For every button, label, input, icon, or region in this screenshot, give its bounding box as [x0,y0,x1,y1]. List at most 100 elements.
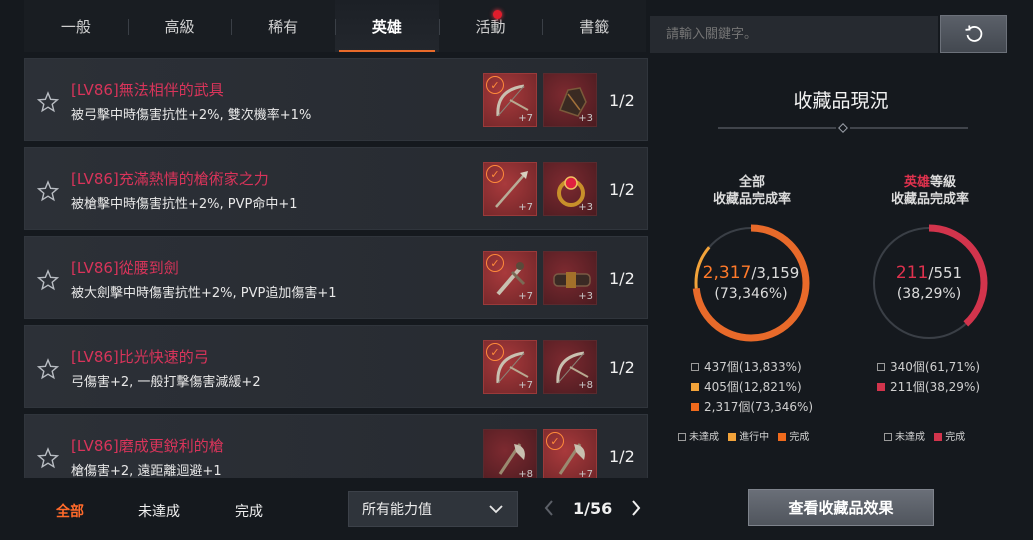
tab-label: 一般 [60,17,91,36]
tab-label: 高級 [164,17,195,36]
total-completion-ring [692,224,810,342]
collection-list: [LV86]無法相伴的武具 被弓擊中時傷害抗性+2%, 雙次機率+1% ✓ +7 +3 1… [24,58,648,478]
incomplete-swatch [691,363,699,371]
tab-hero[interactable]: 英雄 [335,0,439,52]
collection-item-slot[interactable]: ✓ +7 [483,162,537,216]
chevron-right-icon [632,500,641,516]
tab-normal[interactable]: 一般 [24,0,128,52]
check-icon: ✓ [546,432,564,450]
incomplete-swatch [678,433,686,441]
hero-grade-label: 英雄 [903,175,930,190]
collection-item-slot[interactable]: +3 [543,251,597,305]
bookmark-star-icon[interactable] [37,180,59,202]
filter-incomplete[interactable]: 未達成 [138,501,180,521]
collection-item-slot[interactable]: ✓ +7 [483,73,537,127]
tab-advanced[interactable]: 高級 [127,0,232,52]
next-page-button[interactable] [626,498,646,518]
enchant-level: +3 [578,291,593,302]
refresh-button[interactable] [940,15,1007,53]
enchant-level: +8 [578,380,593,391]
view-collection-effect-button[interactable]: 查看收藏品效果 [748,489,934,526]
bookmark-star-icon[interactable] [37,447,59,469]
in-progress-swatch [728,433,737,441]
bookmark-star-icon[interactable] [37,269,59,291]
collection-row[interactable]: [LV86]無法相伴的武具 被弓擊中時傷害抗性+2%, 雙次機率+1% ✓ +7 +3 1… [24,58,648,141]
ability-select[interactable]: 所有能力值 [348,491,518,527]
legend-text: 405個(12,821%) [704,380,802,394]
hero-rate-heading-line2: 收藏品完成率 [890,192,969,207]
collection-progress: 1/2 [609,358,635,377]
key-incomplete: 未達成 [895,432,925,443]
legend-row: 211個(38,29%) [877,377,980,397]
collection-title: [LV86]充滿熱情的槍術家之力 [71,170,269,188]
filter-all[interactable]: 全部 [56,501,84,521]
prev-page-button[interactable] [539,498,559,518]
total-completion-count: 2,317/3,159 [686,263,816,283]
incomplete-swatch [884,433,892,441]
chevron-left-icon [544,500,553,516]
collection-progress: 1/2 [609,91,635,110]
hero-total-value: 551 [933,264,963,282]
key-complete: 完成 [789,432,810,443]
total-completion-percent: (73,346%) [714,286,788,302]
collection-progress: 1/2 [609,180,635,199]
tab-label: 英雄 [371,17,402,36]
hero-legend: 340個(61,71%) 211個(38,29%) [877,357,980,397]
complete-swatch [877,383,885,391]
tab-rare[interactable]: 稀有 [231,0,335,52]
collection-item-slot[interactable]: +3 [543,162,597,216]
legend-row: 437個(13,833%) [691,357,813,377]
bookmark-star-icon[interactable] [37,358,59,380]
incomplete-swatch [877,363,885,371]
collection-row[interactable]: [LV86]充滿熱情的槍術家之力被槍擊中時傷害抗性+2%, PVP命中+1 ✓ +7… [24,147,648,230]
page-indicator: 1/56 [573,498,613,518]
category-tabs: 一般 高級 稀有 英雄 活動 書籤 [24,0,646,52]
hero-completion-ring [870,224,988,342]
check-icon: ✓ [486,165,504,183]
collection-row[interactable]: [LV86]從腰到劍 被大劍擊中時傷害抗性+2%, PVP追加傷害+1 ✓ +7 +3 1… [24,236,648,319]
panel-title: 收藏品現況 [793,90,889,112]
tab-bookmark[interactable]: 書籤 [542,0,646,52]
collection-item-slot[interactable]: +8 [543,340,597,394]
tab-label: 活動 [475,17,506,36]
collection-effect: 弓傷害+2, 一般打擊傷害減緩+2 [71,375,261,390]
legend-row: 340個(61,71%) [877,357,980,377]
complete-swatch [934,433,943,441]
collection-row[interactable]: [LV86]磨成更銳利的槍 槍傷害+2, 遠距離迴避+1 +8 ✓ +7 1/2 [24,414,648,478]
legend-text: 211個(38,29%) [890,380,981,394]
search-input[interactable] [650,16,938,53]
bookmark-star-icon[interactable] [37,91,59,113]
collection-progress: 1/2 [609,269,635,288]
collection-effect: 被弓擊中時傷害抗性+2%, 雙次機率+1% [71,108,312,123]
legend-text: 437個(13,833%) [704,360,802,374]
check-icon: ✓ [486,343,504,361]
total-legend: 437個(13,833%) 405個(12,821%) 2,317個(73,34… [691,357,813,417]
enchant-level: +7 [578,469,593,478]
collection-item-slot[interactable]: ✓ +7 [483,251,537,305]
collection-row[interactable]: [LV86]比光快速的弓弓傷害+2, 一般打擊傷害減緩+2 ✓ +7 +8 1/2 [24,325,648,408]
collection-item-slot[interactable]: +8 [483,429,537,478]
enchant-level: +7 [518,380,533,391]
collection-item-slot[interactable]: ✓ +7 [483,340,537,394]
collection-item-slot[interactable]: +3 [543,73,597,127]
check-icon: ✓ [486,254,504,272]
check-icon: ✓ [486,76,504,94]
collection-title: [LV86]比光快速的弓 [71,348,209,366]
collection-effect: 被大劍擊中時傷害抗性+2%, PVP追加傷害+1 [71,286,337,301]
total-done-value: 2,317 [702,263,752,283]
total-total-value: 3,159 [756,264,800,282]
enchant-level: +7 [518,202,533,213]
tab-event[interactable]: 活動 [438,0,543,52]
total-status-key: 未達成 進行中 完成 [672,428,809,443]
key-complete: 完成 [945,432,966,443]
enchant-level: +7 [518,113,533,124]
collection-effect: 被槍擊中時傷害抗性+2%, PVP命中+1 [71,197,298,212]
enchant-level: +3 [578,202,593,213]
ability-select-value: 所有能力值 [362,502,432,518]
complete-swatch [691,403,699,411]
bottom-bar: 全部 未達成 完成 所有能力值 1/56 [24,478,648,540]
collection-progress: 1/2 [609,447,635,466]
filter-complete[interactable]: 完成 [235,501,263,521]
collection-item-slot[interactable]: ✓ +7 [543,429,597,478]
key-in-progress: 進行中 [739,432,770,443]
